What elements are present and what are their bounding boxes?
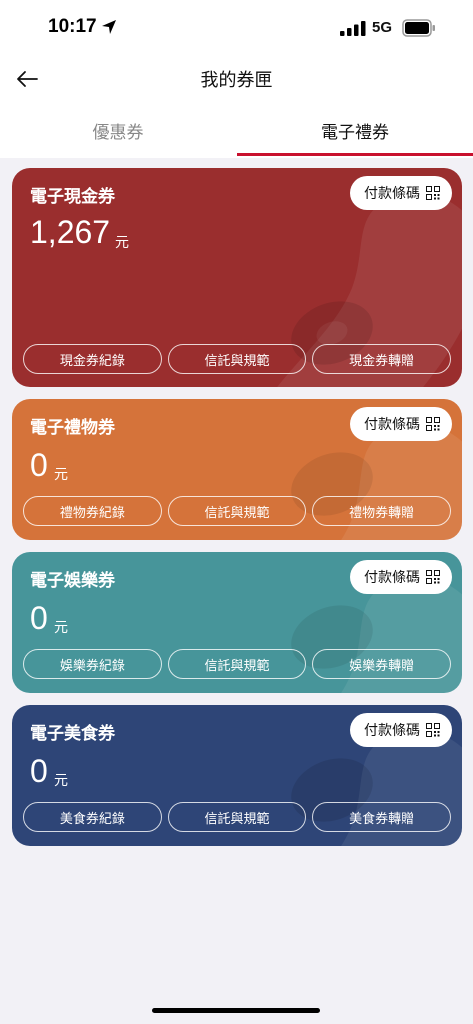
currency-unit: 元 <box>54 467 68 483</box>
network-label: 5G <box>372 19 393 36</box>
voucher-history-button[interactable]: 現金券紀錄 <box>23 344 162 374</box>
card-actions: 現金券紀錄 信託與規範 現金券轉贈 <box>23 344 452 374</box>
active-tab-indicator <box>237 153 473 156</box>
payment-barcode-label: 付款條碼 <box>364 570 420 586</box>
voucher-history-button[interactable]: 娛樂券紀錄 <box>23 649 162 679</box>
tab-bar: 優惠券 電子禮券 <box>0 102 473 158</box>
currency-unit: 元 <box>115 235 129 251</box>
balance-amount: 0 <box>30 753 48 789</box>
home-indicator[interactable] <box>152 1008 320 1013</box>
payment-barcode-label: 付款條碼 <box>364 186 420 202</box>
card-actions: 美食券紀錄 信託與規範 美食券轉贈 <box>23 802 452 832</box>
trust-and-terms-button[interactable]: 信託與規範 <box>167 649 307 679</box>
card-actions: 禮物券紀錄 信託與規範 禮物券轉贈 <box>23 496 452 526</box>
trust-and-terms-button[interactable]: 信託與規範 <box>167 802 307 832</box>
balance-amount: 0 <box>30 447 48 483</box>
tab-coupons[interactable]: 優惠券 <box>0 102 236 158</box>
payment-barcode-button[interactable]: 付款條碼 <box>350 176 452 210</box>
payment-barcode-button[interactable]: 付款條碼 <box>350 407 452 441</box>
trust-and-terms-button[interactable]: 信託與規範 <box>167 496 307 526</box>
card-title: 電子現金券 <box>30 187 115 207</box>
page-title: 我的券匣 <box>200 70 273 91</box>
voucher-card-cash: 電子現金券 付款條碼 1,267 元 現金券紀錄 信託與規範 現金券轉贈 <box>12 168 462 387</box>
balance-amount: 0 <box>30 600 48 636</box>
payment-barcode-button[interactable]: 付款條碼 <box>350 713 452 747</box>
qr-code-icon <box>426 570 440 584</box>
voucher-history-button[interactable]: 美食券紀錄 <box>23 802 162 832</box>
balance-amount: 1,267 <box>30 214 111 250</box>
voucher-card-food: 電子美食券 付款條碼 0 元 美食券紀錄 信託與規範 美食券轉贈 <box>12 705 462 846</box>
status-bar: 10:17 5G <box>0 0 473 56</box>
location-arrow-icon <box>102 20 116 34</box>
battery-icon <box>402 19 435 37</box>
voucher-transfer-button[interactable]: 現金券轉贈 <box>312 344 452 374</box>
card-title: 電子美食券 <box>30 724 115 744</box>
qr-code-icon <box>426 723 440 737</box>
trust-and-terms-button[interactable]: 信託與規範 <box>167 344 307 374</box>
signal-icon <box>340 21 366 36</box>
tab-e-gift-vouchers[interactable]: 電子禮券 <box>237 102 473 158</box>
voucher-history-button[interactable]: 禮物券紀錄 <box>23 496 162 526</box>
payment-barcode-label: 付款條碼 <box>364 417 420 433</box>
voucher-transfer-button[interactable]: 娛樂券轉贈 <box>312 649 452 679</box>
qr-code-icon <box>426 417 440 431</box>
payment-barcode-label: 付款條碼 <box>364 723 420 739</box>
voucher-transfer-button[interactable]: 美食券轉贈 <box>312 802 452 832</box>
card-actions: 娛樂券紀錄 信託與規範 娛樂券轉贈 <box>23 649 452 679</box>
currency-unit: 元 <box>54 773 68 789</box>
voucher-transfer-button[interactable]: 禮物券轉贈 <box>312 496 452 526</box>
navigation-bar: 我的券匣 <box>0 56 473 102</box>
card-title: 電子禮物券 <box>30 418 115 438</box>
voucher-card-entertainment: 電子娛樂券 付款條碼 0 元 娛樂券紀錄 信託與規範 娛樂券轉贈 <box>12 552 462 693</box>
currency-unit: 元 <box>54 620 68 636</box>
qr-code-icon <box>426 186 440 200</box>
card-title: 電子娛樂券 <box>30 571 115 591</box>
status-time: 10:17 <box>48 16 97 37</box>
voucher-card-gift: 電子禮物券 付款條碼 0 元 禮物券紀錄 信託與規範 禮物券轉贈 <box>12 399 462 540</box>
payment-barcode-button[interactable]: 付款條碼 <box>350 560 452 594</box>
